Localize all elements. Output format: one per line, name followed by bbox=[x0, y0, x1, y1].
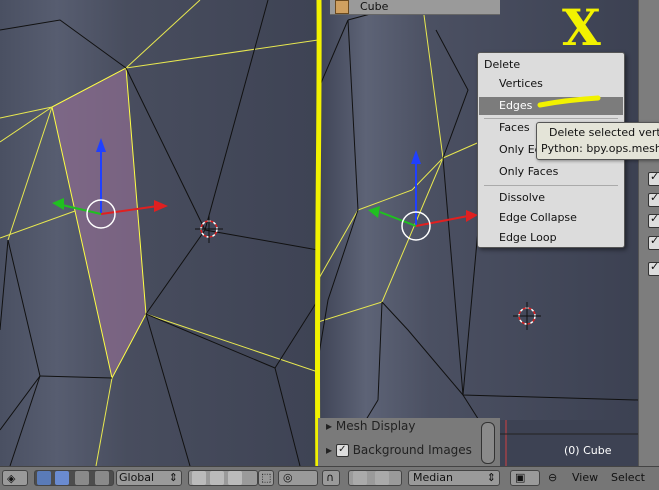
snap-target-icon[interactable] bbox=[375, 471, 389, 485]
checkbox[interactable] bbox=[648, 170, 659, 186]
select-mode-group bbox=[188, 470, 258, 486]
checkbox[interactable]: ✓ bbox=[335, 444, 349, 457]
tooltip: Delete selected vertices, edges or faces… bbox=[536, 122, 659, 160]
background-images-label: Background Images bbox=[352, 443, 472, 457]
mesh-display-label: Mesh Display bbox=[335, 419, 416, 433]
menu-separator bbox=[484, 185, 618, 186]
manipulator-group bbox=[34, 470, 114, 486]
left-3d-viewport[interactable] bbox=[0, 0, 318, 466]
circle-icon: ◎ bbox=[283, 471, 293, 484]
cube-icon bbox=[335, 0, 349, 14]
limit-selection-button[interactable]: ⬚ bbox=[258, 470, 274, 486]
vertex-select-icon[interactable] bbox=[192, 471, 206, 485]
falloff-curve-icon: ∩ bbox=[326, 471, 335, 484]
select-menu[interactable]: Select bbox=[611, 471, 645, 484]
annotation-x-letter: X bbox=[562, 0, 601, 57]
properties-sidebar bbox=[638, 0, 659, 466]
delete-menu-title: Delete bbox=[484, 58, 521, 71]
checkbox[interactable] bbox=[648, 234, 659, 250]
snap-group bbox=[348, 470, 402, 486]
scale-icon[interactable] bbox=[95, 471, 109, 485]
tooltip-description: Delete selected vertices, edges or faces bbox=[549, 126, 659, 139]
orientation-value: Global bbox=[119, 471, 155, 484]
manipulator-toggle-icon[interactable] bbox=[37, 471, 51, 485]
dotted-square-icon: ⬚ bbox=[261, 471, 272, 484]
mini-axis-lines bbox=[500, 420, 638, 466]
cube-icon: ◈ bbox=[7, 472, 16, 485]
menu-item-vertices[interactable]: Vertices bbox=[479, 75, 623, 93]
checkbox[interactable] bbox=[648, 260, 659, 276]
annotation-divider-stroke bbox=[314, 0, 322, 489]
mini-viewport-label: (0) Cube bbox=[564, 444, 612, 457]
tooltip-python: Python: bpy.ops.mesh.delete(type='EDGE') bbox=[541, 142, 659, 155]
panel-scrollbar[interactable] bbox=[481, 422, 495, 464]
menu-item-edge-collapse[interactable]: Edge Collapse bbox=[479, 209, 623, 227]
disclosure-triangle-icon: ▸ bbox=[326, 443, 333, 457]
proportional-edit-dropdown[interactable]: ◎ bbox=[278, 470, 318, 486]
collapse-menu-icon[interactable]: ⊖ bbox=[548, 471, 557, 484]
menu-item-edge-loop[interactable]: Edge Loop bbox=[479, 229, 623, 247]
bottom-toolbar: ◈ Global ⇕ ⬚ ◎ ∩ Median ⇕ ▣ ⊖ View Selec… bbox=[0, 466, 659, 490]
dropdown-arrows-icon: ⇕ bbox=[486, 471, 496, 484]
panel-background-images[interactable]: ▸ ✓ Background Images bbox=[326, 440, 472, 460]
face-select-icon[interactable] bbox=[228, 471, 242, 485]
checkbox[interactable] bbox=[648, 212, 659, 228]
menu-item-only-faces[interactable]: Only Faces bbox=[479, 163, 623, 181]
pivot-value: Median bbox=[413, 471, 454, 484]
translate-arrow-icon[interactable] bbox=[55, 471, 69, 485]
object-header: Cube bbox=[330, 0, 500, 15]
editor-type-icon: ▣ bbox=[515, 471, 526, 484]
checkbox[interactable] bbox=[648, 191, 659, 207]
editor-type-button[interactable]: ▣ bbox=[510, 470, 540, 486]
magnet-icon[interactable] bbox=[353, 471, 367, 485]
mini-viewport: (0) Cube bbox=[500, 420, 638, 466]
rotate-icon[interactable] bbox=[75, 471, 89, 485]
pivot-dropdown[interactable]: Median ⇕ bbox=[408, 470, 500, 486]
object-name: Cube bbox=[360, 0, 389, 13]
mode-selector-button[interactable]: ◈ bbox=[2, 470, 28, 486]
left-mesh-wireframe bbox=[0, 0, 318, 466]
menu-item-dissolve[interactable]: Dissolve bbox=[479, 189, 623, 207]
disclosure-triangle-icon: ▸ bbox=[326, 419, 333, 433]
panel-mesh-display[interactable]: ▸ Mesh Display bbox=[326, 416, 416, 436]
annotation-highlight-stroke bbox=[537, 95, 601, 108]
dropdown-arrows-icon: ⇕ bbox=[168, 471, 178, 484]
orientation-dropdown[interactable]: Global ⇕ bbox=[116, 470, 182, 486]
edge-select-icon[interactable] bbox=[210, 471, 224, 485]
view-properties-panel: ▸ Mesh Display ▸ ✓ Background Images bbox=[318, 418, 500, 466]
view-menu[interactable]: View bbox=[572, 471, 598, 484]
falloff-button[interactable]: ∩ bbox=[322, 470, 340, 486]
